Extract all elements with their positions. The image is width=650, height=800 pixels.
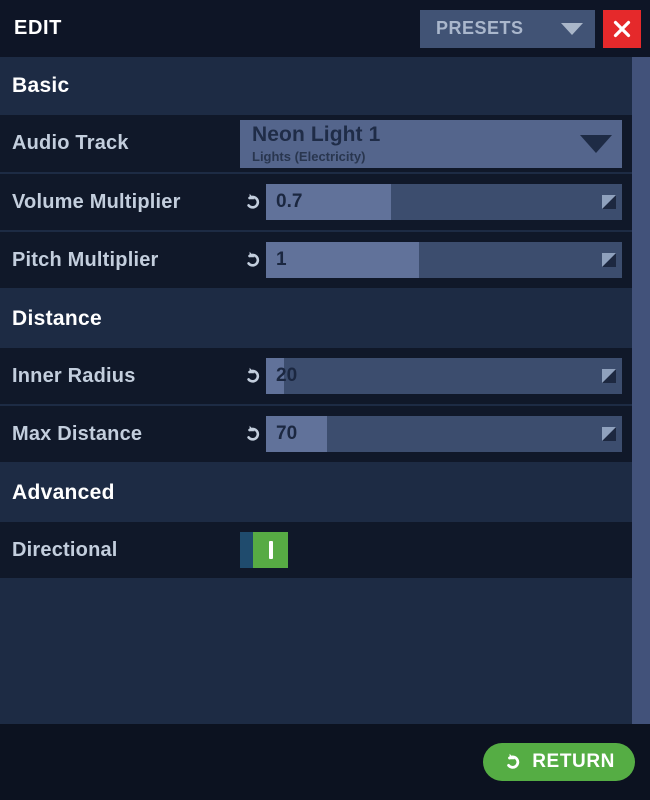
reset-button[interactable] bbox=[240, 192, 266, 212]
pitch-multiplier-slider[interactable]: 1 bbox=[266, 242, 622, 278]
scrollbar-thumb[interactable] bbox=[632, 57, 650, 724]
section-header-basic: Basic bbox=[0, 57, 632, 115]
row-volume-multiplier: Volume Multiplier 0.7 bbox=[0, 174, 632, 232]
toggle-knob-icon bbox=[268, 541, 273, 559]
resize-grip-icon[interactable] bbox=[602, 427, 616, 441]
audio-device-settings-panel: EDIT PRESETS Basic Audio Track Neon Ligh… bbox=[0, 0, 650, 800]
row-pitch-multiplier: Pitch Multiplier 1 bbox=[0, 232, 632, 290]
return-label: RETURN bbox=[532, 751, 615, 772]
undo-arrow-icon bbox=[247, 425, 260, 441]
return-button[interactable]: RETURN bbox=[483, 743, 635, 781]
reset-button[interactable] bbox=[240, 250, 266, 270]
row-max-distance: Max Distance 70 bbox=[0, 406, 632, 464]
reset-button[interactable] bbox=[240, 366, 266, 386]
settings-scroll-area: Basic Audio Track Neon Light 1 Lights (E… bbox=[0, 57, 650, 724]
reset-button[interactable] bbox=[240, 424, 266, 444]
presets-dropdown-button[interactable]: PRESETS bbox=[420, 9, 595, 48]
row-label: Max Distance bbox=[12, 422, 143, 445]
chevron-down-icon bbox=[561, 22, 583, 35]
resize-grip-icon[interactable] bbox=[602, 369, 616, 383]
presets-label: PRESETS bbox=[436, 18, 524, 38]
toggle-off-segment bbox=[240, 532, 253, 568]
settings-list: Basic Audio Track Neon Light 1 Lights (E… bbox=[0, 57, 632, 724]
resize-grip-icon[interactable] bbox=[602, 195, 616, 209]
chevron-down-icon bbox=[580, 134, 612, 153]
row-audio-track: Audio Track Neon Light 1 Lights (Electri… bbox=[0, 115, 632, 174]
row-label: Inner Radius bbox=[12, 364, 136, 387]
panel-footer: RETURN bbox=[0, 724, 650, 800]
dropdown-subtitle: Lights (Electricity) bbox=[252, 149, 366, 164]
row-label: Volume Multiplier bbox=[12, 190, 181, 213]
slider-fill bbox=[266, 242, 420, 278]
resize-grip-icon[interactable] bbox=[602, 253, 616, 267]
slider-value: 0.7 bbox=[276, 191, 303, 212]
dropdown-text: Neon Light 1 Lights (Electricity) bbox=[252, 124, 580, 163]
undo-arrow-icon bbox=[247, 251, 260, 267]
section-header-advanced: Advanced bbox=[0, 464, 632, 522]
undo-arrow-icon bbox=[503, 752, 523, 772]
volume-multiplier-slider[interactable]: 0.7 bbox=[266, 184, 622, 220]
undo-arrow-icon bbox=[247, 367, 260, 383]
slider-value: 20 bbox=[276, 365, 298, 386]
scrollbar-track[interactable] bbox=[632, 57, 650, 724]
toggle-on-segment bbox=[253, 532, 288, 568]
dropdown-value: Neon Light 1 bbox=[252, 123, 381, 146]
row-label: Audio Track bbox=[12, 132, 129, 154]
close-icon bbox=[612, 19, 632, 39]
max-distance-slider[interactable]: 70 bbox=[266, 416, 622, 452]
row-label: Directional bbox=[12, 538, 118, 561]
panel-header: EDIT PRESETS bbox=[0, 0, 650, 57]
close-button[interactable] bbox=[603, 9, 641, 48]
directional-toggle[interactable] bbox=[240, 532, 288, 568]
slider-value: 70 bbox=[276, 423, 298, 444]
audio-track-dropdown[interactable]: Neon Light 1 Lights (Electricity) bbox=[240, 119, 622, 168]
row-directional: Directional bbox=[0, 522, 632, 580]
slider-value: 1 bbox=[276, 249, 287, 270]
row-label: Pitch Multiplier bbox=[12, 248, 159, 271]
inner-radius-slider[interactable]: 20 bbox=[266, 358, 622, 394]
section-header-distance: Distance bbox=[0, 290, 632, 348]
row-inner-radius: Inner Radius 20 bbox=[0, 348, 632, 406]
undo-arrow-icon bbox=[247, 193, 260, 209]
page-title: EDIT bbox=[14, 17, 62, 39]
